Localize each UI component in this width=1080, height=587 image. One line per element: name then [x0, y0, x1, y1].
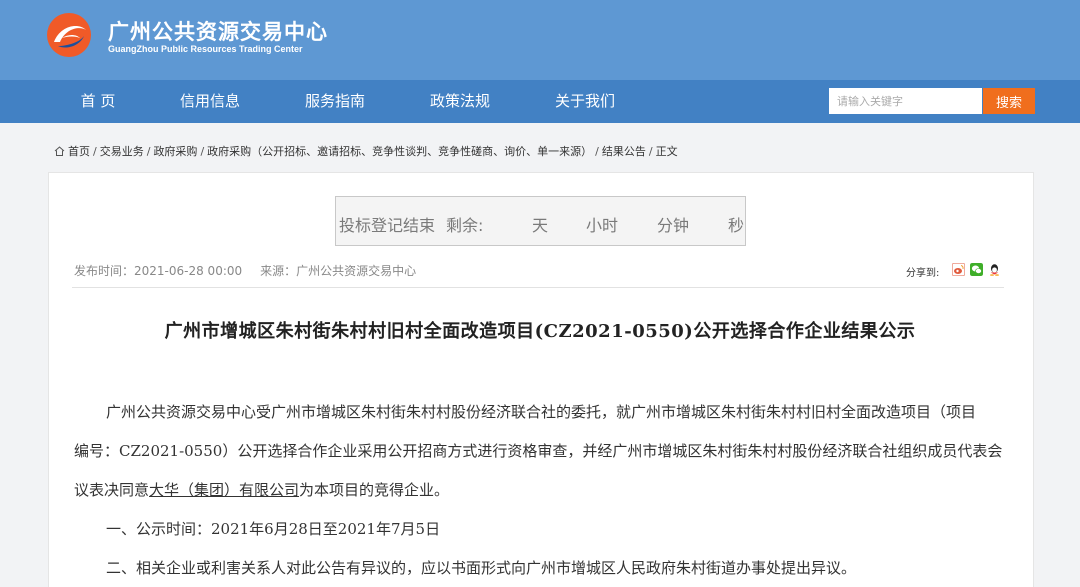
- weibo-icon[interactable]: [952, 263, 965, 276]
- nav-item-policy[interactable]: 政策法规: [426, 80, 494, 123]
- breadcrumb-separator: /: [595, 145, 599, 158]
- countdown-minute: 分钟: [657, 216, 690, 235]
- article-text: 议表决同意: [74, 481, 150, 499]
- publicity-period: 一、公示时间：2021年6月28日至2021年7月5日: [106, 520, 441, 538]
- article-paragraph-line: 编号：CZ2021-0550）公开选择合作企业采用公开招商方式进行资格审查，并经…: [74, 442, 1003, 460]
- winning-company: 大华（集团）有限公司: [149, 481, 300, 499]
- site-header: 广州公共资源交易中心 GuangZhou Public Resources Tr…: [0, 0, 1080, 80]
- breadcrumb-trading[interactable]: 交易业务: [100, 145, 144, 158]
- article-meta: 发布时间：2021-06-28 00:00 来源：广州公共资源交易中心: [74, 262, 416, 279]
- countdown-hour: 小时: [586, 216, 619, 235]
- home-icon[interactable]: [54, 146, 65, 156]
- site-logo[interactable]: [46, 12, 92, 58]
- search-input[interactable]: [829, 88, 982, 114]
- breadcrumb-separator: /: [93, 145, 97, 158]
- nav-item-credit[interactable]: 信用信息: [176, 80, 244, 123]
- breadcrumb-results[interactable]: 结果公告: [602, 145, 646, 158]
- countdown-remaining: 剩余:: [446, 216, 484, 235]
- breadcrumb: 首页 / 交易业务 / 政府采购 / 政府采购（公开招标、邀请招标、竞争性谈判、竞争性磋商、…: [54, 143, 678, 159]
- nav-item-about[interactable]: 关于我们: [551, 80, 619, 123]
- wechat-icon[interactable]: [970, 263, 983, 276]
- publish-time: 发布时间：2021-06-28 00:00: [74, 264, 243, 278]
- search-button[interactable]: 搜索: [983, 88, 1035, 114]
- meta-divider: [72, 287, 1004, 288]
- countdown-second: 秒: [728, 216, 745, 235]
- share-label: 分享到:: [906, 268, 940, 279]
- breadcrumb-home[interactable]: 首页: [68, 145, 90, 158]
- article-paragraph-line: 议表决同意大华（集团）有限公司为本项目的竞得企业。: [74, 471, 1006, 510]
- article-paragraph-line: 广州公共资源交易中心受广州市增城区朱村街朱村村股份经济联合社的委托，就广州市增城…: [106, 403, 977, 421]
- nav-item-home[interactable]: 首 页: [72, 80, 124, 123]
- countdown-box: 投标登记结束 剩余: 天 小时 分钟 秒: [335, 196, 746, 246]
- article-title: 广州市增城区朱村街朱村村旧村全面改造项目(CZ2021-0550)公开选择合作企…: [164, 321, 916, 342]
- breadcrumb-current: 正文: [655, 145, 678, 158]
- site-subtitle: GuangZhou Public Resources Trading Cente…: [108, 44, 303, 54]
- objection-notice: 二、相关企业或利害关系人对此公告有异议的，应以书面形式向广州市增城区人民政府朱村…: [106, 559, 857, 577]
- countdown-label: 投标登记结束: [339, 216, 436, 235]
- nav-item-guide[interactable]: 服务指南: [301, 80, 369, 123]
- breadcrumb-procurement[interactable]: 政府采购: [153, 145, 197, 158]
- breadcrumb-procurement-types[interactable]: 政府采购（公开招标、邀请招标、竞争性谈判、竞争性磋商、询价、单一来源）: [207, 145, 592, 158]
- article-source: 来源：广州公共资源交易中心: [260, 264, 417, 278]
- site-title: 广州公共资源交易中心: [108, 20, 328, 44]
- breadcrumb-separator: /: [146, 145, 151, 158]
- countdown-day: 天: [532, 216, 549, 235]
- breadcrumb-separator: /: [648, 145, 653, 158]
- qq-icon[interactable]: [988, 263, 1001, 276]
- breadcrumb-separator: /: [200, 145, 205, 158]
- article-text: 为本项目的竞得企业。: [299, 481, 450, 499]
